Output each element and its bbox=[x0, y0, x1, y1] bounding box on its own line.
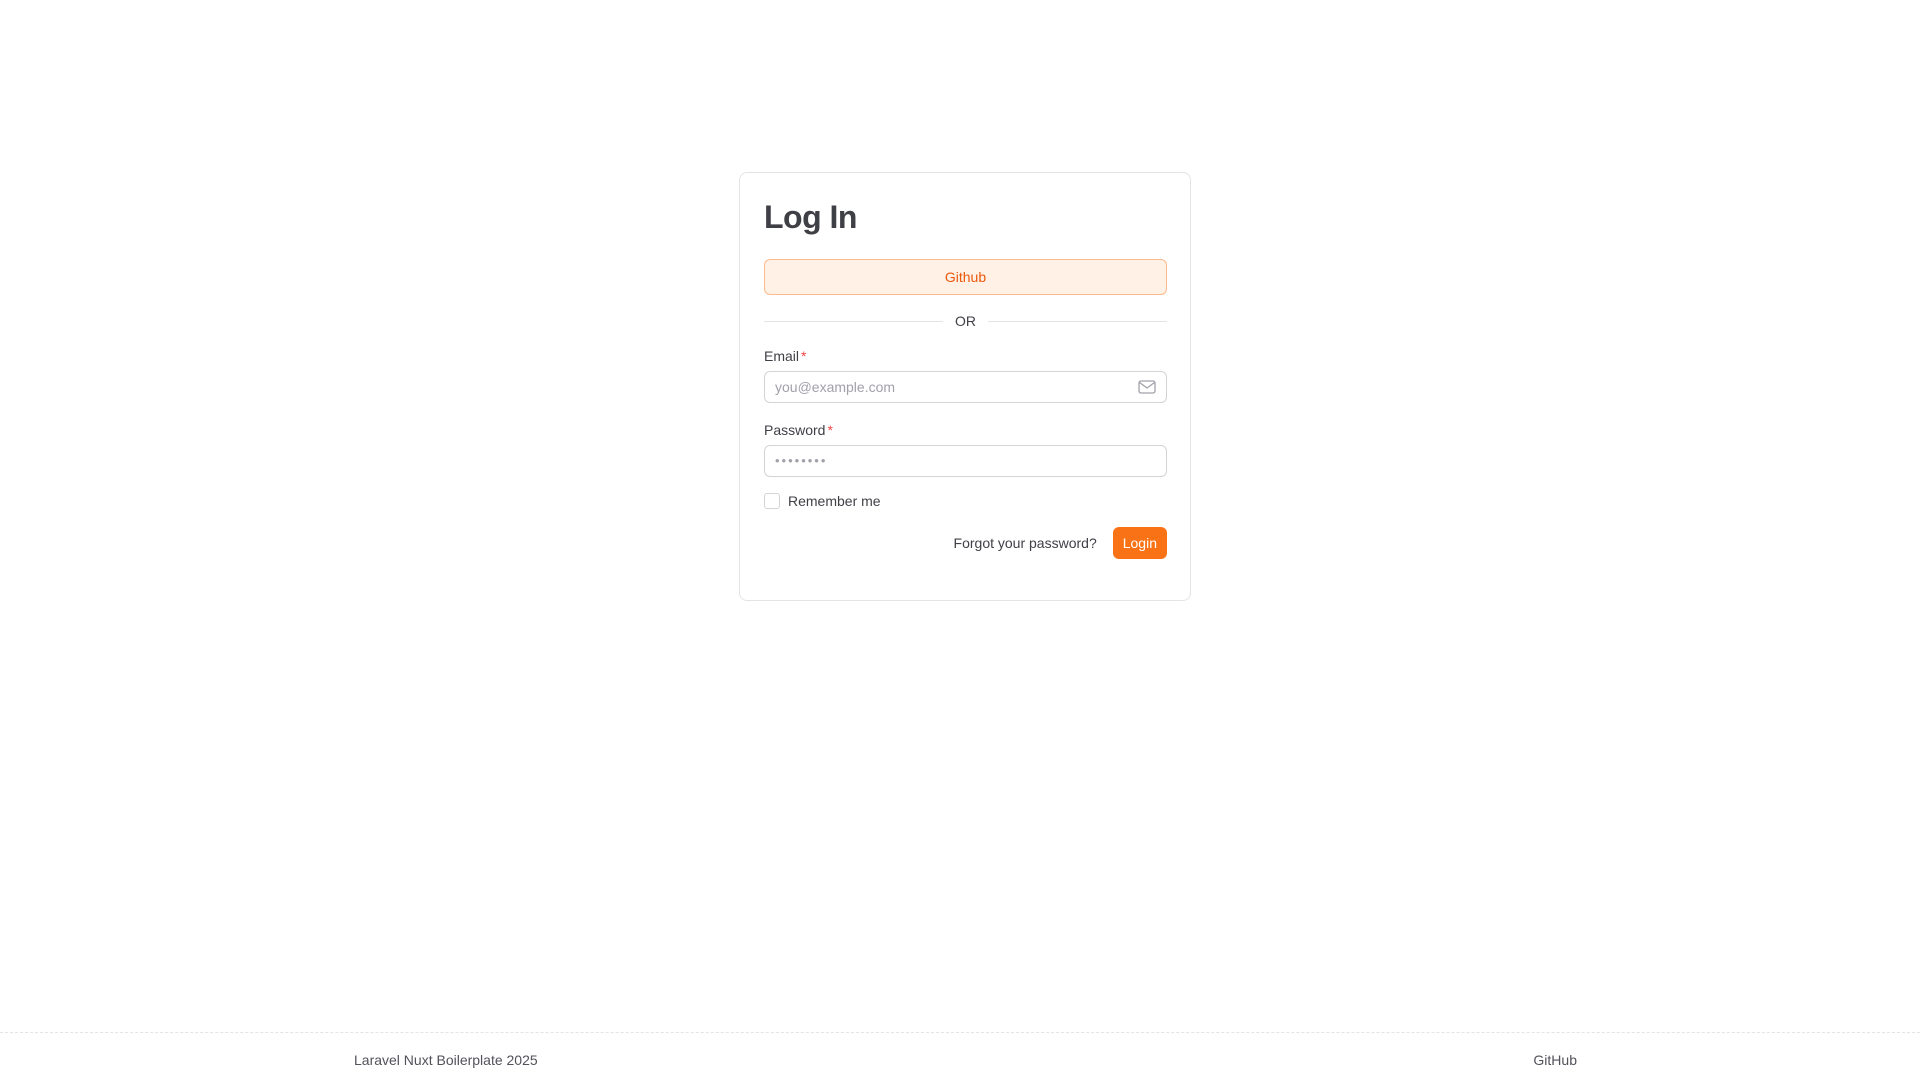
password-label-text: Password bbox=[764, 422, 826, 438]
password-input[interactable] bbox=[775, 446, 1156, 476]
divider-line-left bbox=[764, 320, 943, 322]
password-field-group: Password * •••••••• bbox=[764, 421, 1167, 477]
email-required-mark: * bbox=[801, 348, 807, 364]
password-label: Password * bbox=[764, 421, 1167, 439]
email-label-text: Email bbox=[764, 348, 800, 364]
divider-line-right bbox=[988, 320, 1167, 322]
page-footer: Laravel Nuxt Boilerplate 2025 GitHub bbox=[0, 1032, 1920, 1080]
login-button[interactable]: Login bbox=[1112, 527, 1167, 559]
or-divider: OR bbox=[764, 311, 1167, 331]
form-actions: Forgot your password? Login bbox=[764, 527, 1167, 559]
remember-me-label[interactable]: Remember me bbox=[788, 493, 881, 509]
password-input-wrapper: •••••••• bbox=[764, 445, 1167, 477]
email-input[interactable] bbox=[775, 372, 1156, 402]
remember-me-checkbox[interactable] bbox=[764, 493, 780, 509]
footer-github-link[interactable]: GitHub bbox=[1533, 1052, 1577, 1068]
page-title: Log In bbox=[764, 199, 857, 235]
login-card: Log In Github OR Email * Password bbox=[739, 172, 1191, 601]
divider-text: OR bbox=[955, 313, 976, 329]
forgot-password-link[interactable]: Forgot your password? bbox=[954, 535, 1097, 551]
email-input-wrapper bbox=[764, 371, 1167, 403]
login-page: Log In Github OR Email * Password bbox=[0, 0, 1920, 1080]
remember-me-row[interactable]: Remember me bbox=[764, 491, 1166, 511]
password-required-mark: * bbox=[827, 422, 833, 438]
mail-icon bbox=[1138, 380, 1156, 394]
github-oauth-button[interactable]: Github bbox=[764, 259, 1167, 295]
email-label: Email * bbox=[764, 347, 1167, 365]
footer-copyright: Laravel Nuxt Boilerplate 2025 bbox=[354, 1052, 538, 1068]
email-field-group: Email * bbox=[764, 347, 1167, 403]
